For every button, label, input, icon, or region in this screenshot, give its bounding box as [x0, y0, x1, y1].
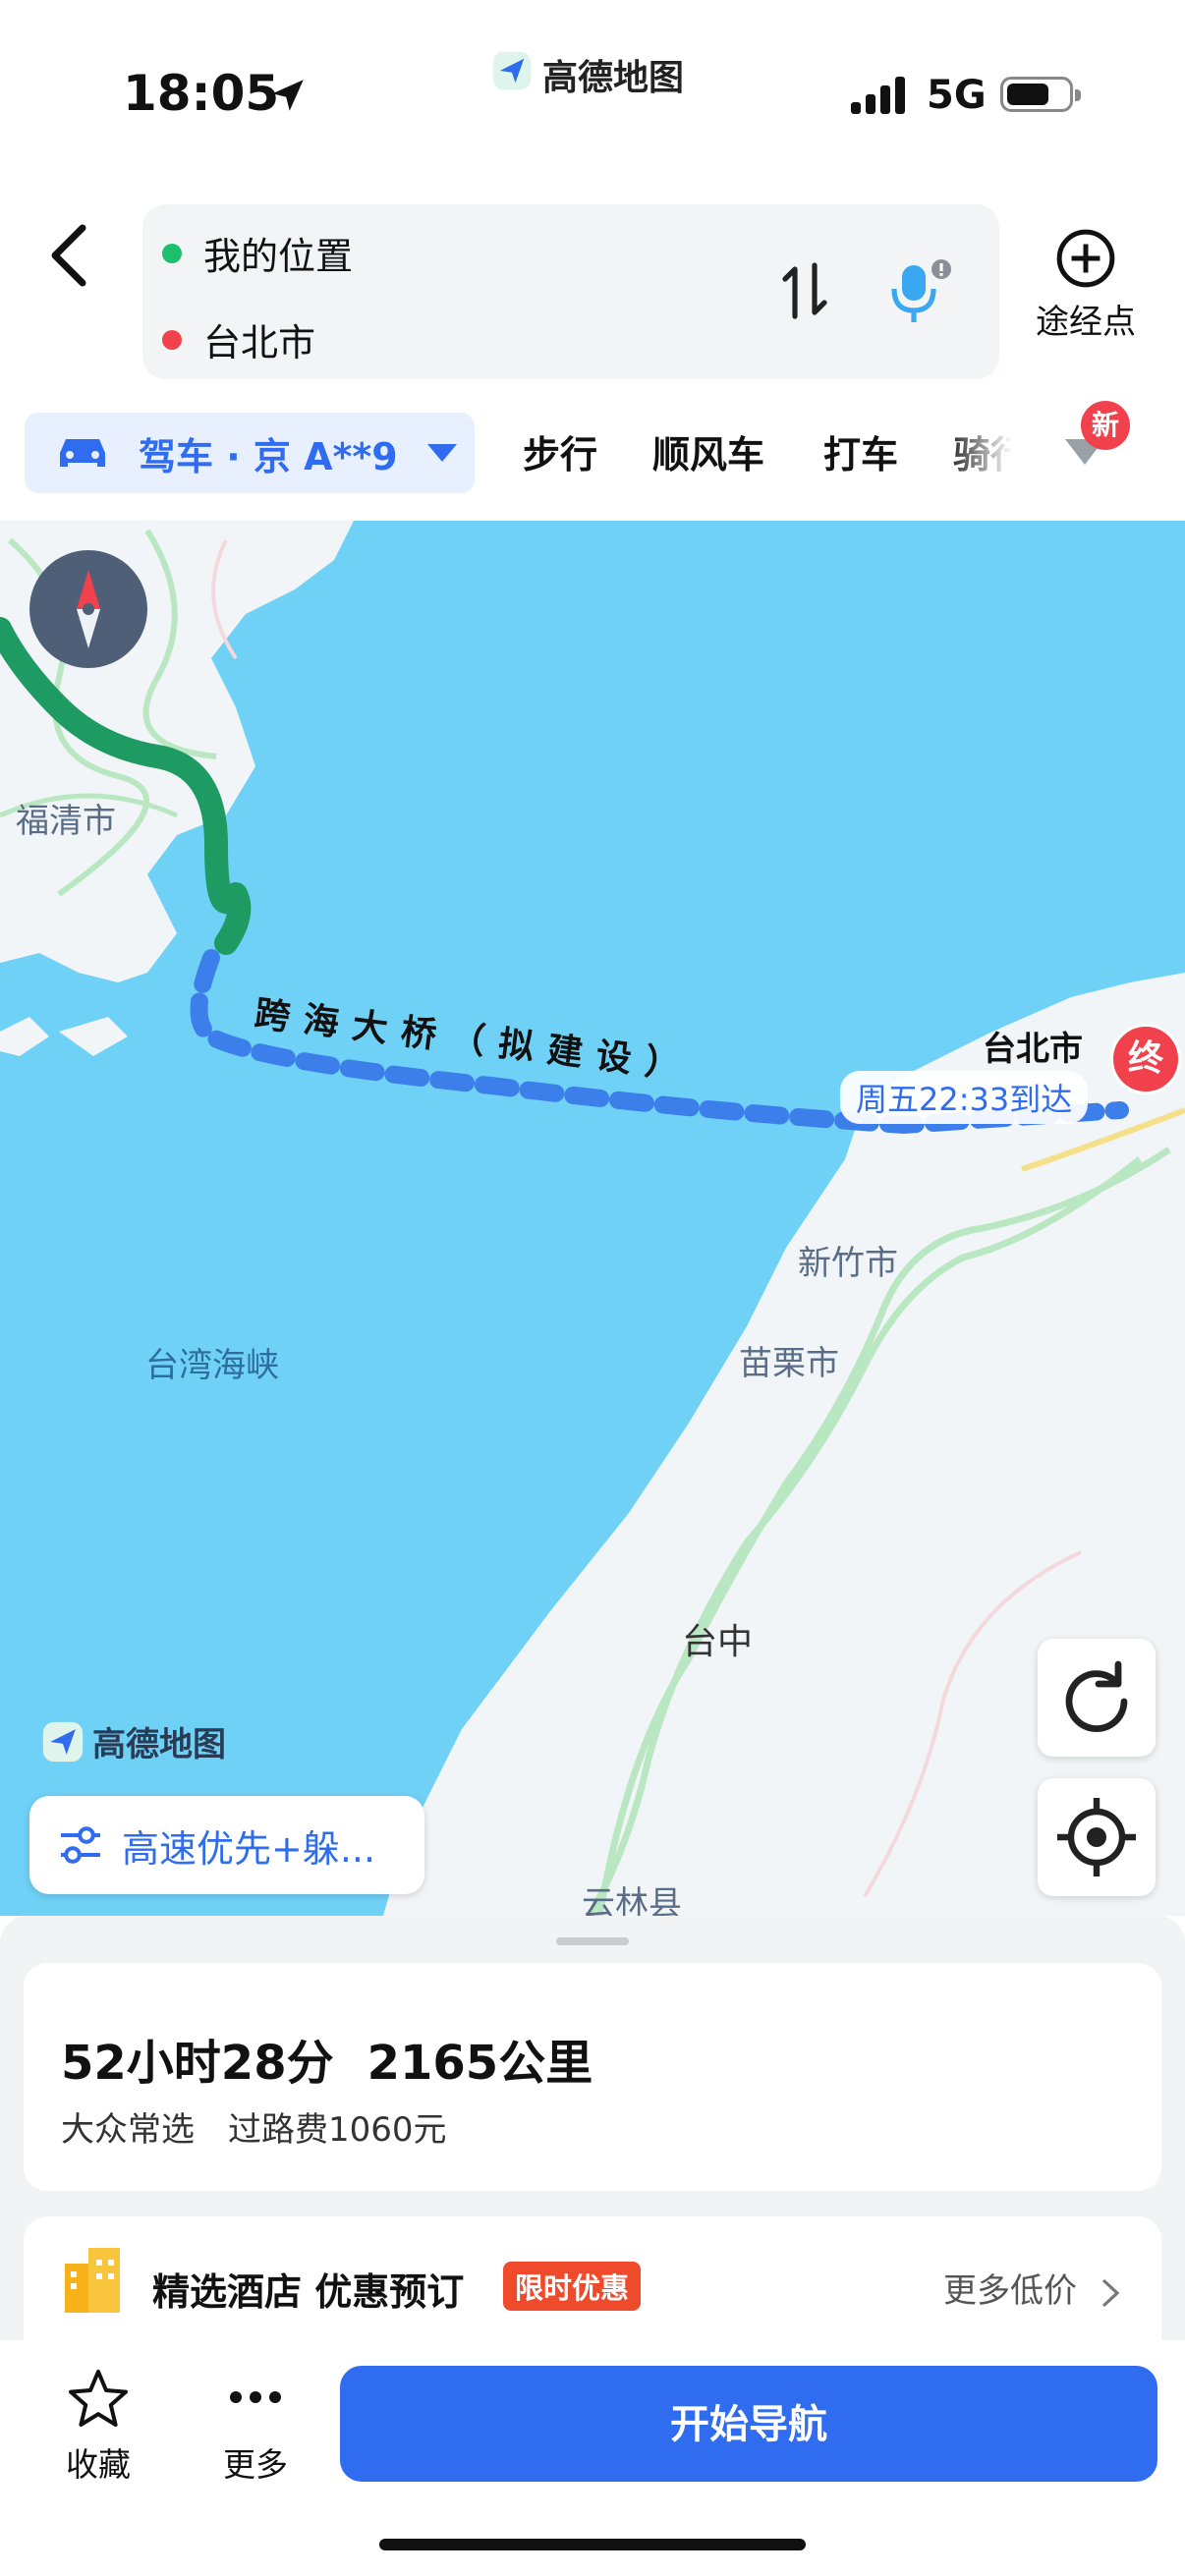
sliders-icon [61, 1826, 100, 1864]
map-label-taichung: 台中 [682, 1622, 754, 1662]
destination-text: 台北市 [203, 321, 316, 364]
caret-down-icon [426, 444, 457, 462]
map-logo-text: 高德地图 [92, 1725, 226, 1764]
map-label-strait: 台湾海峡 [145, 1346, 279, 1385]
destination-field[interactable]: 台北市 [162, 312, 315, 366]
back-button[interactable] [39, 216, 98, 295]
add-waypoint-button[interactable]: 途经点 [1022, 228, 1150, 346]
refresh-icon [1065, 1660, 1128, 1732]
map-label-taipei: 台北市 [983, 1030, 1083, 1069]
more-button[interactable]: 更多 [197, 2368, 314, 2486]
swap-arrows-icon [782, 262, 827, 319]
favorite-button[interactable]: 收藏 [39, 2368, 157, 2486]
tab-drive-label: 驾车 · 京 A**9 [139, 434, 398, 478]
origin-field[interactable]: 我的位置 [162, 226, 353, 280]
destination-dot-icon [162, 329, 182, 350]
tab-carpool[interactable]: 顺风车 [652, 424, 764, 478]
route-summary: 52小时28分 2165公里 [61, 2024, 592, 2093]
more-dots-icon [230, 2391, 281, 2403]
chevron-right-icon [1101, 2278, 1120, 2307]
route-toll: 过路费1060元 [228, 2110, 447, 2150]
star-icon [69, 2370, 128, 2427]
sheet-drag-handle[interactable] [556, 1937, 629, 1945]
hotel-more-link[interactable]: 更多低价 [943, 2264, 1121, 2312]
tab-walk[interactable]: 步行 [523, 424, 597, 478]
new-badge: 新 [1081, 401, 1130, 450]
favorite-label: 收藏 [66, 2445, 131, 2484]
origin-text: 我的位置 [203, 235, 354, 278]
waypoint-label: 途经点 [1036, 303, 1136, 342]
status-app-name: 高德地图 [542, 58, 685, 98]
map-label-hsinchu: 新竹市 [798, 1244, 898, 1283]
amap-logo-icon [42, 1721, 84, 1762]
tab-fade [943, 408, 1042, 506]
compass-icon [77, 570, 100, 648]
route-duration: 52小时28分 [61, 2036, 334, 2091]
route-details: 大众常选 过路费1060元 [61, 2102, 447, 2151]
hotel-icon [61, 2248, 124, 2317]
route-distance: 2165公里 [367, 2036, 593, 2091]
location-arrow-icon [267, 75, 309, 120]
swap-route-button[interactable] [779, 257, 830, 324]
signal-strength-icon [851, 75, 910, 114]
status-time: 18:05 [123, 65, 280, 122]
plus-circle-icon [1056, 229, 1115, 288]
voice-input-button[interactable] [884, 257, 953, 326]
chevron-left-icon [51, 224, 86, 287]
compass-button[interactable] [29, 550, 147, 668]
amap-logo-icon [491, 50, 533, 100]
home-indicator [379, 2539, 806, 2550]
origin-dot-icon [162, 243, 182, 263]
more-label: 更多 [223, 2445, 288, 2484]
limited-offer-badge: 限时优惠 [503, 2262, 642, 2311]
status-app-indicator: 高德地图 [491, 49, 684, 100]
car-icon [60, 439, 105, 467]
locate-me-button[interactable] [1038, 1778, 1156, 1896]
map-label-miaoli: 苗栗市 [739, 1344, 839, 1383]
hotel-promo-title: 精选酒店 优惠预订 [152, 2270, 465, 2314]
map-watermark: 高德地图 [41, 1717, 226, 1765]
route-tag: 大众常选 [61, 2110, 195, 2150]
hotel-more-label: 更多低价 [943, 2271, 1077, 2311]
arrival-time-tag: 周五22:33到达 [840, 1071, 1089, 1124]
battery-icon [1000, 77, 1081, 112]
route-input-box: 我的位置 台北市 [142, 204, 999, 379]
tab-drive[interactable]: 驾车 · 京 A**9 [25, 413, 475, 493]
crosshair-icon [1057, 1798, 1136, 1876]
map-label-fuqing: 福清市 [16, 802, 116, 841]
end-marker: 终 [1110, 1024, 1181, 1094]
tab-taxi[interactable]: 打车 [823, 424, 898, 478]
map-graphic [0, 521, 1185, 1916]
route-preference-button[interactable]: 高速优先+躲... [29, 1796, 424, 1894]
network-type: 5G [927, 73, 987, 118]
map-label-yunlin: 云林县 [582, 1884, 682, 1916]
route-preference-label: 高速优先+躲... [122, 1826, 376, 1871]
map-view[interactable]: 福清市 跨海大桥（拟建设） 新竹市 苗栗市 台湾海峡 台中 云林县 [0, 521, 1185, 1916]
refresh-button[interactable] [1038, 1639, 1156, 1757]
microphone-icon [891, 259, 951, 322]
start-navigation-button[interactable]: 开始导航 [340, 2366, 1157, 2482]
